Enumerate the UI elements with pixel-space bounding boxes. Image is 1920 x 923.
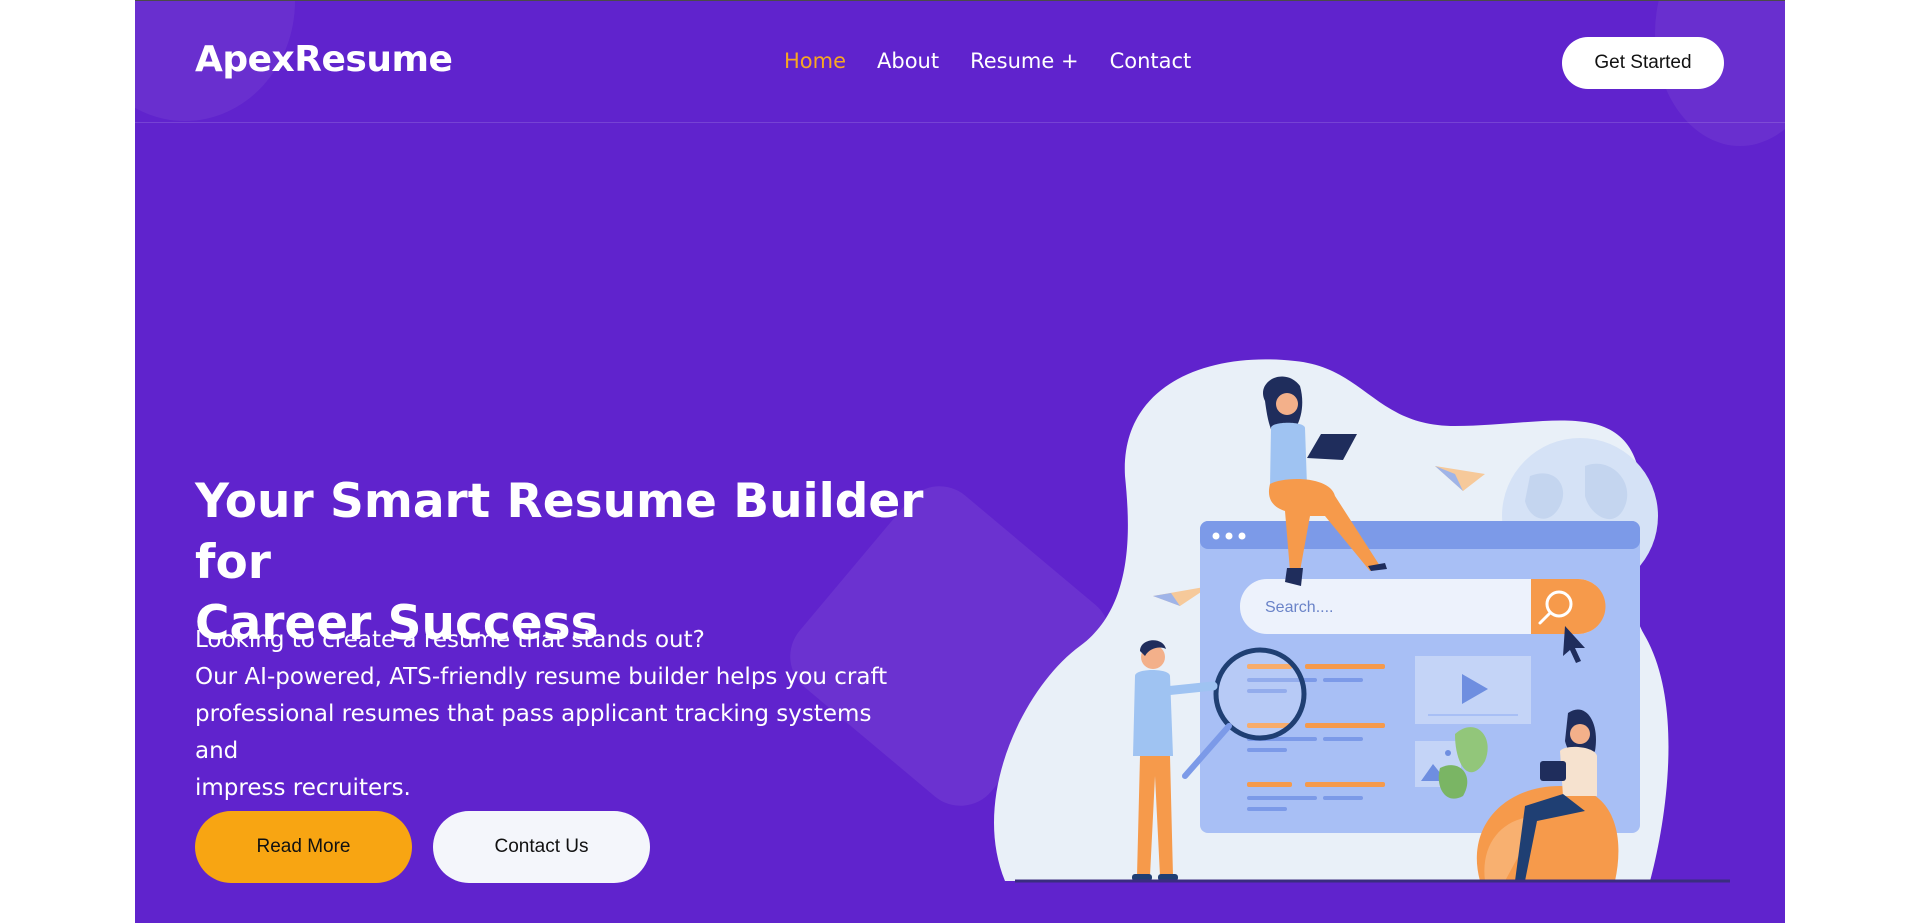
hero-button-row: Read More Contact Us xyxy=(195,811,650,883)
brand-logo[interactable]: ApexResume xyxy=(195,39,453,80)
hero-description-line: impress recruiters. xyxy=(195,775,411,801)
hero-description-line: Our AI-powered, ATS-friendly resume buil… xyxy=(195,664,888,690)
navbar: ApexResume Home About Resume + Contact G… xyxy=(135,1,1785,123)
nav-link-about[interactable]: About xyxy=(877,49,939,73)
contact-us-button[interactable]: Contact Us xyxy=(433,811,650,883)
nav-link-home[interactable]: Home xyxy=(784,49,846,73)
hero-description-line: professional resumes that pass applicant… xyxy=(195,701,872,764)
illustration-search-placeholder: Search.... xyxy=(1265,599,1333,616)
nav-link-contact[interactable]: Contact xyxy=(1110,49,1192,73)
nav-link-resume[interactable]: Resume + xyxy=(970,49,1078,73)
hero-title-line-1: Your Smart Resume Builder for xyxy=(195,474,924,590)
get-started-button[interactable]: Get Started xyxy=(1562,37,1724,89)
hero-illustration: Search.... xyxy=(994,359,1730,883)
hero-description: Looking to create a resume that stands o… xyxy=(195,622,895,807)
read-more-button[interactable]: Read More xyxy=(195,811,412,883)
page-frame: ApexResume Home About Resume + Contact G… xyxy=(135,0,1785,923)
main-nav: Home About Resume + Contact xyxy=(784,49,1191,73)
hero-description-line: Looking to create a resume that stands o… xyxy=(195,627,705,653)
